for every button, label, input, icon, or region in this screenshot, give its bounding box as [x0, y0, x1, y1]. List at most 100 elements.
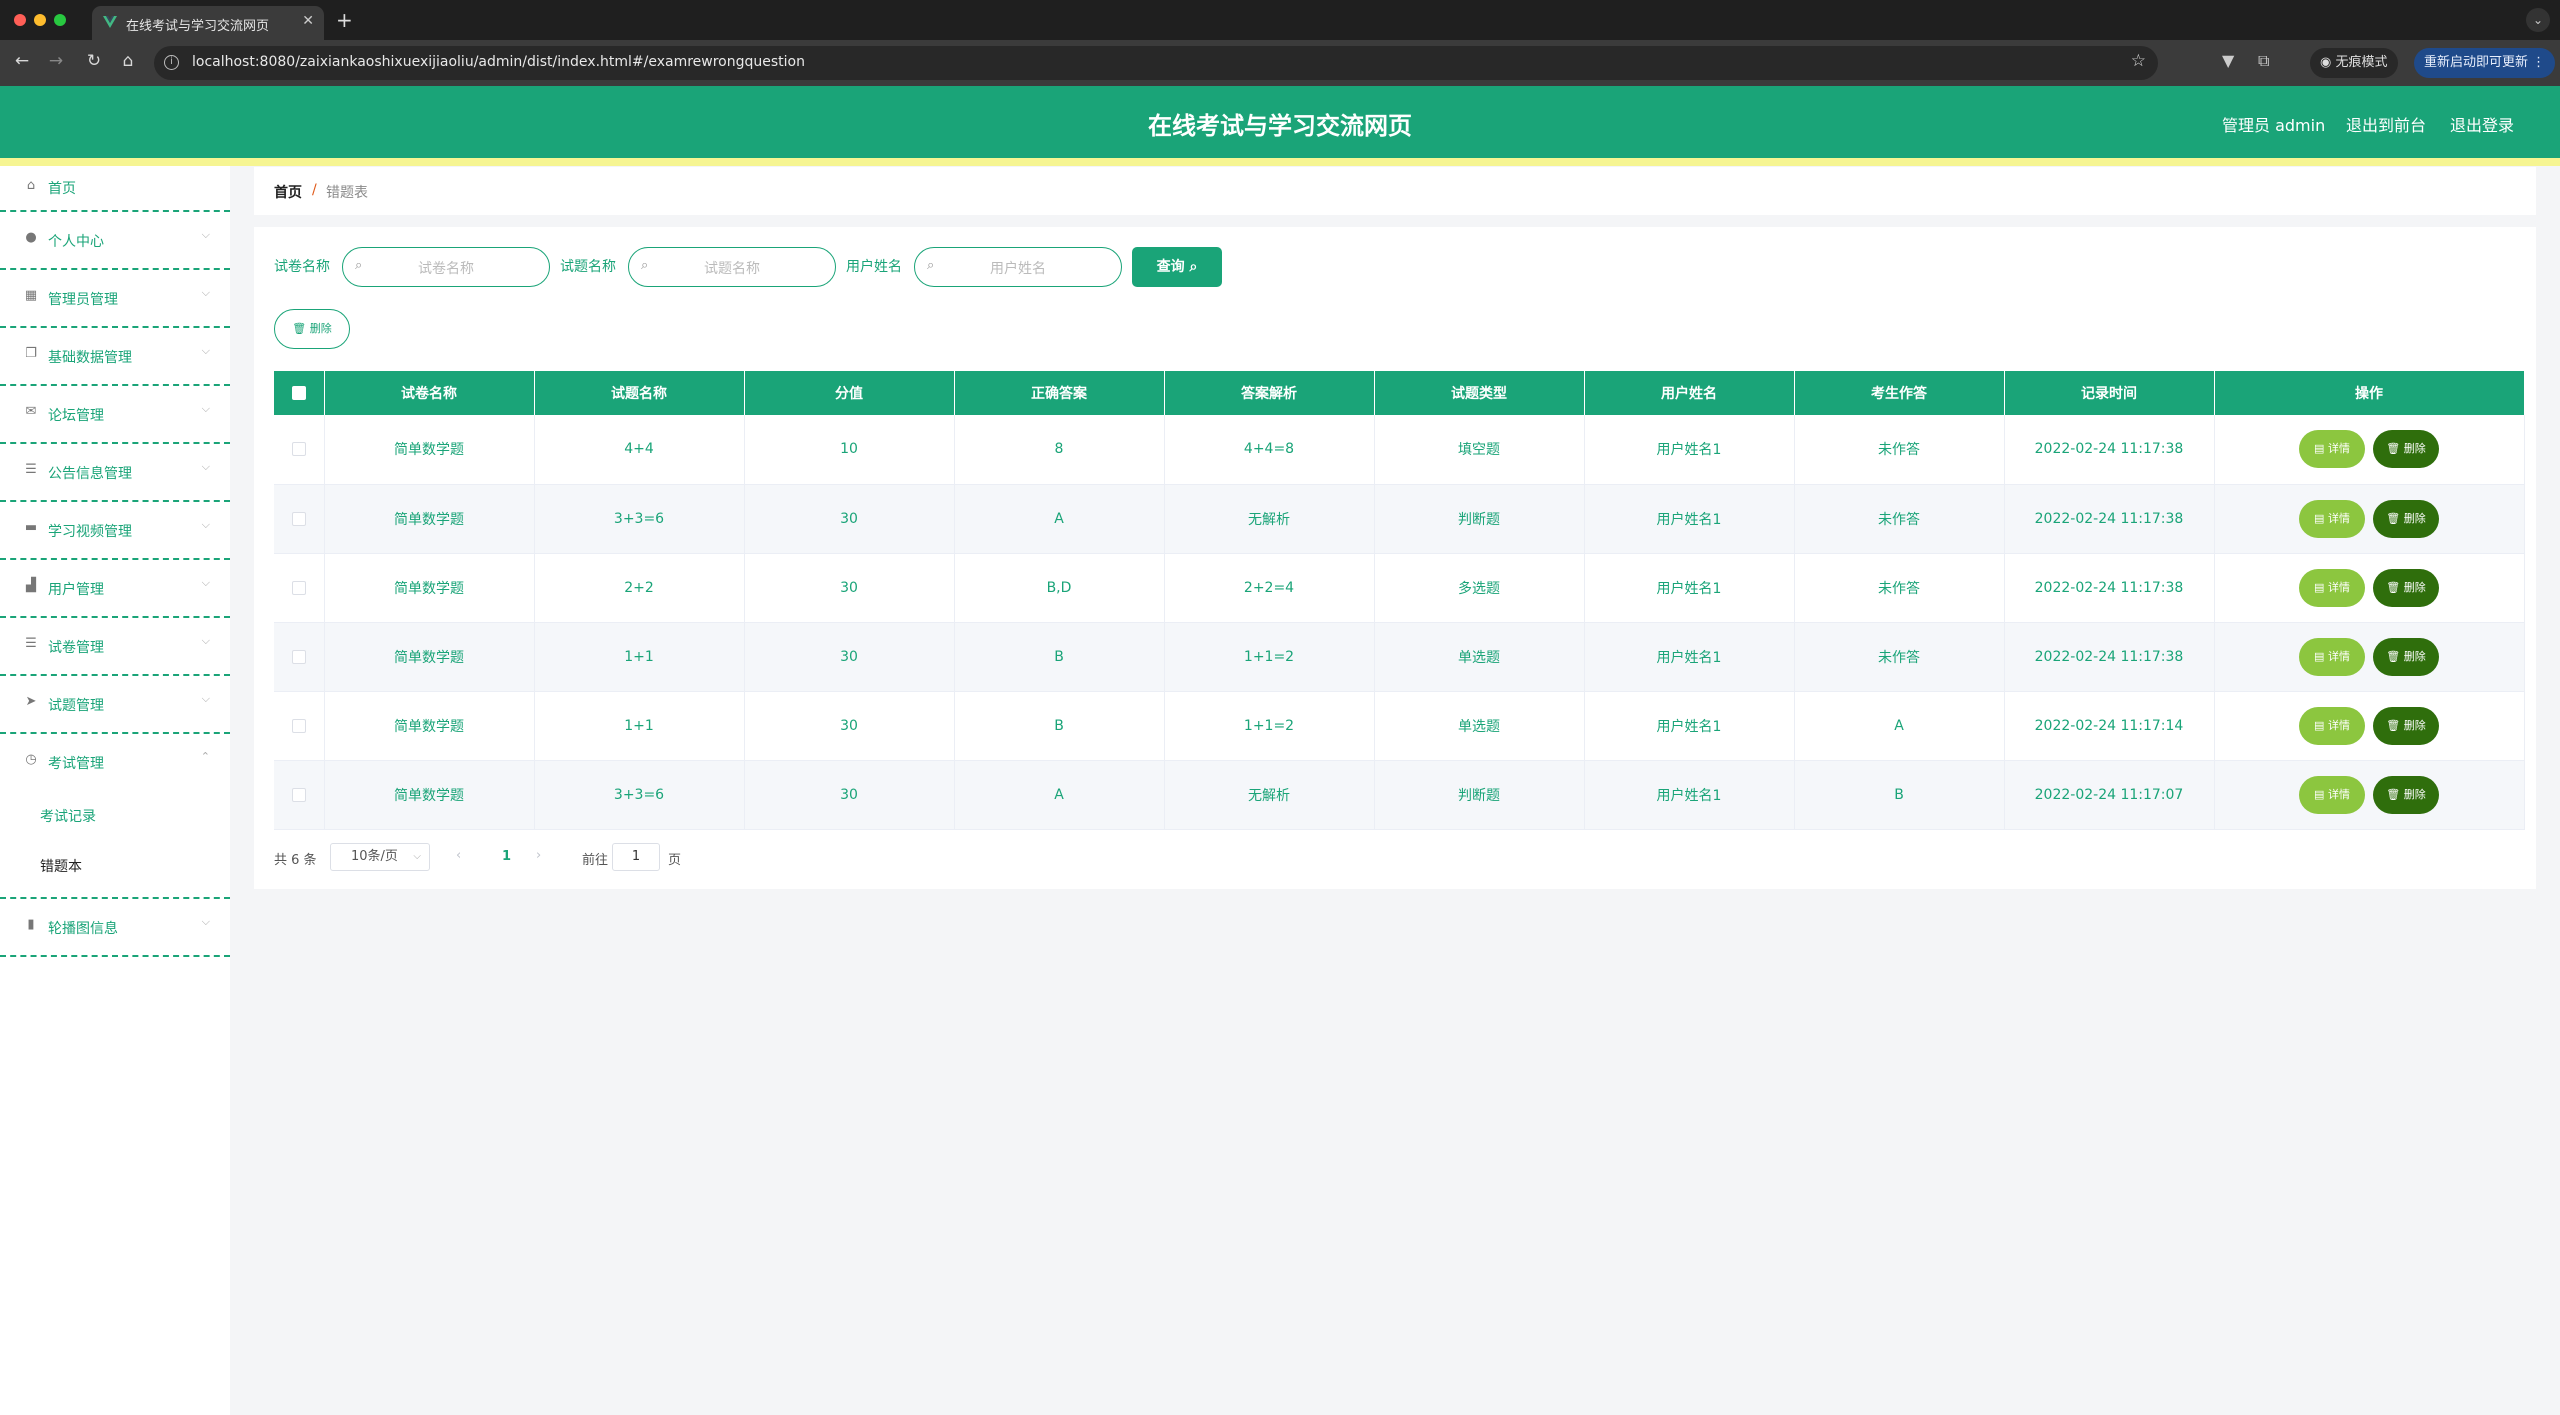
table-row: 简单数学题 1+1 30 B 1+1=2 单选题 用户姓名1 A 2022-02… [274, 691, 2525, 761]
batch-delete-button[interactable]: 🗑︎ 删除 [274, 309, 350, 349]
cell-correct-answer: A [954, 760, 1165, 830]
select-all-checkbox[interactable] [274, 371, 325, 415]
extension-filter-icon[interactable]: ▼ [2222, 51, 2234, 70]
cell-user-name: 用户姓名1 [1584, 484, 1795, 554]
delete-button[interactable]: 🗑︎ 删除 [2373, 568, 2439, 607]
cell-user-name: 用户姓名1 [1584, 553, 1795, 623]
delete-button[interactable]: 🗑︎ 删除 [2373, 706, 2439, 745]
sidebar-item-label: 考试管理 [48, 756, 104, 772]
detail-button[interactable]: ▤ 详情 [2299, 568, 2365, 607]
close-window-button[interactable] [14, 14, 26, 26]
chevron-down-icon: ⌵ [201, 518, 210, 531]
sidebar-item-home[interactable]: ⌂ 首页 [0, 166, 230, 212]
delete-button[interactable]: 🗑︎ 删除 [2373, 637, 2439, 676]
query-button[interactable]: 查询 ⌕ [1132, 247, 1222, 287]
sidebar-item-question[interactable]: ➤ 试题管理 ⌵ [0, 676, 230, 734]
goto-page-input[interactable]: 1 [612, 843, 660, 871]
bookmark-star-icon[interactable]: ☆ [2131, 51, 2146, 71]
tab-title: 在线考试与学习交流网页 [126, 19, 270, 34]
page-size-select[interactable]: 10条/页 ⌵ [330, 843, 430, 871]
new-tab-button[interactable]: + [336, 8, 353, 32]
chevron-down-icon: ⌵ [201, 634, 210, 647]
row-checkbox[interactable] [274, 415, 325, 485]
paper-name-input[interactable]: ⌕ 试卷名称 [342, 247, 550, 287]
sidebar-item-profile[interactable]: ● 个人中心 ⌵ [0, 212, 230, 270]
detail-button[interactable]: ▤ 详情 [2299, 430, 2365, 469]
extensions-puzzle-icon[interactable]: ⧉ [2258, 51, 2269, 71]
home-icon[interactable]: ⌂ [116, 51, 140, 71]
cell-question-type: 单选题 [1374, 691, 1585, 761]
delete-label: 删除 [2403, 649, 2426, 663]
delete-button[interactable]: 🗑︎ 删除 [2373, 775, 2439, 814]
more-menu-icon[interactable]: ⋮ [2532, 55, 2545, 70]
site-info-icon[interactable]: i [164, 55, 179, 70]
sidebar-item-user[interactable]: ▟ 用户管理 ⌵ [0, 560, 230, 618]
cell-question-name: 4+4 [534, 415, 745, 485]
question-name-input[interactable]: ⌕ 试题名称 [628, 247, 836, 287]
cell-user-answer: 未作答 [1794, 484, 2005, 554]
reload-icon[interactable]: ↻ [82, 51, 106, 71]
url-text: localhost:8080/zaixiankaoshixuexijiaoliu… [192, 54, 805, 70]
cell-correct-answer: A [954, 484, 1165, 554]
maximize-window-button[interactable] [54, 14, 66, 26]
copy-icon: ❐ [25, 346, 37, 361]
app-title: 在线考试与学习交流网页 [1148, 112, 1412, 140]
cell-actions: ▤ 详情 🗑︎ 删除 [2214, 415, 2525, 485]
breadcrumb-current: 错题表 [326, 185, 368, 201]
clock-icon: ◷ [25, 752, 37, 767]
page-number-current[interactable]: 1 [502, 849, 511, 864]
detail-button[interactable]: ▤ 详情 [2299, 499, 2365, 538]
update-label: 重新启动即可更新 [2424, 55, 2529, 70]
cell-record-time: 2022-02-24 11:17:14 [2004, 691, 2215, 761]
detail-button[interactable]: ▤ 详情 [2299, 775, 2365, 814]
row-checkbox[interactable] [274, 622, 325, 692]
incognito-indicator[interactable]: ◉ 无痕模式 [2310, 48, 2398, 78]
home-icon: ⌂ [26, 178, 36, 193]
sidebar-item-exam[interactable]: ◷ 考试管理 ⌃ [0, 734, 230, 792]
cell-record-time: 2022-02-24 11:17:38 [2004, 415, 2215, 485]
address-bar[interactable]: i localhost:8080/zaixiankaoshixuexijiaol… [154, 46, 2158, 80]
back-icon[interactable]: ← [10, 51, 34, 71]
detail-button[interactable]: ▤ 详情 [2299, 637, 2365, 676]
next-page-icon[interactable]: › [536, 848, 541, 863]
mail-icon: ✉ [25, 404, 37, 419]
sidebar-item-label: 论坛管理 [48, 408, 104, 424]
row-checkbox[interactable] [274, 484, 325, 554]
grid-icon: ▦ [24, 288, 38, 303]
tab-search-icon[interactable]: ⌄ [2526, 8, 2550, 32]
prev-page-icon[interactable]: ‹ [456, 848, 461, 863]
table-row: 简单数学题 3+3=6 30 A 无解析 判断题 用户姓名1 未作答 2022-… [274, 484, 2525, 554]
browser-tab[interactable]: 在线考试与学习交流网页 ✕ [92, 6, 324, 40]
sidebar-item-forum[interactable]: ✉ 论坛管理 ⌵ [0, 386, 230, 444]
sidebar-item-admin-manage[interactable]: ▦ 管理员管理 ⌵ [0, 270, 230, 328]
sidebar-item-video[interactable]: ▬ 学习视频管理 ⌵ [0, 502, 230, 560]
col-score: 分值 [744, 371, 955, 415]
close-tab-icon[interactable]: ✕ [302, 13, 314, 29]
sidebar-item-label: 学习视频管理 [48, 524, 132, 540]
row-checkbox[interactable] [274, 553, 325, 623]
minimize-window-button[interactable] [34, 14, 46, 26]
logout-link[interactable]: 退出登录 [2450, 112, 2514, 136]
breadcrumb-home[interactable]: 首页 [274, 182, 302, 202]
user-name-placeholder: 用户姓名 [990, 261, 1046, 277]
sidebar-item-paper[interactable]: ☰ 试卷管理 ⌵ [0, 618, 230, 676]
sidebar-item-base-data[interactable]: ❐ 基础数据管理 ⌵ [0, 328, 230, 386]
sidebar-item-notice[interactable]: ☰ 公告信息管理 ⌵ [0, 444, 230, 502]
row-checkbox[interactable] [274, 760, 325, 830]
user-name-input[interactable]: ⌕ 用户姓名 [914, 247, 1122, 287]
delete-button[interactable]: 🗑︎ 删除 [2373, 499, 2439, 538]
detail-button[interactable]: ▤ 详情 [2299, 706, 2365, 745]
sidebar-subitem-exam-record[interactable]: 考试记录 [40, 806, 96, 826]
forward-icon[interactable]: → [44, 51, 68, 71]
exit-to-front-link[interactable]: 退出到前台 [2346, 112, 2426, 136]
cell-question-type: 判断题 [1374, 760, 1585, 830]
delete-button[interactable]: 🗑︎ 删除 [2373, 430, 2439, 469]
sidebar-item-carousel[interactable]: ▮ 轮播图信息 ⌵ [0, 899, 230, 957]
row-checkbox[interactable] [274, 691, 325, 761]
sidebar-subitem-wrongbook[interactable]: 错题本 [40, 856, 82, 876]
update-button[interactable]: 重新启动即可更新 ⋮ [2414, 48, 2556, 78]
search-icon: ⌕ [1189, 259, 1198, 275]
detail-label: 详情 [2327, 442, 2350, 456]
doc-icon: ▤ [2314, 511, 2325, 525]
table-header-row: 试卷名称 试题名称 分值 正确答案 答案解析 试题类型 用户姓名 考生作答 记录… [274, 371, 2525, 415]
